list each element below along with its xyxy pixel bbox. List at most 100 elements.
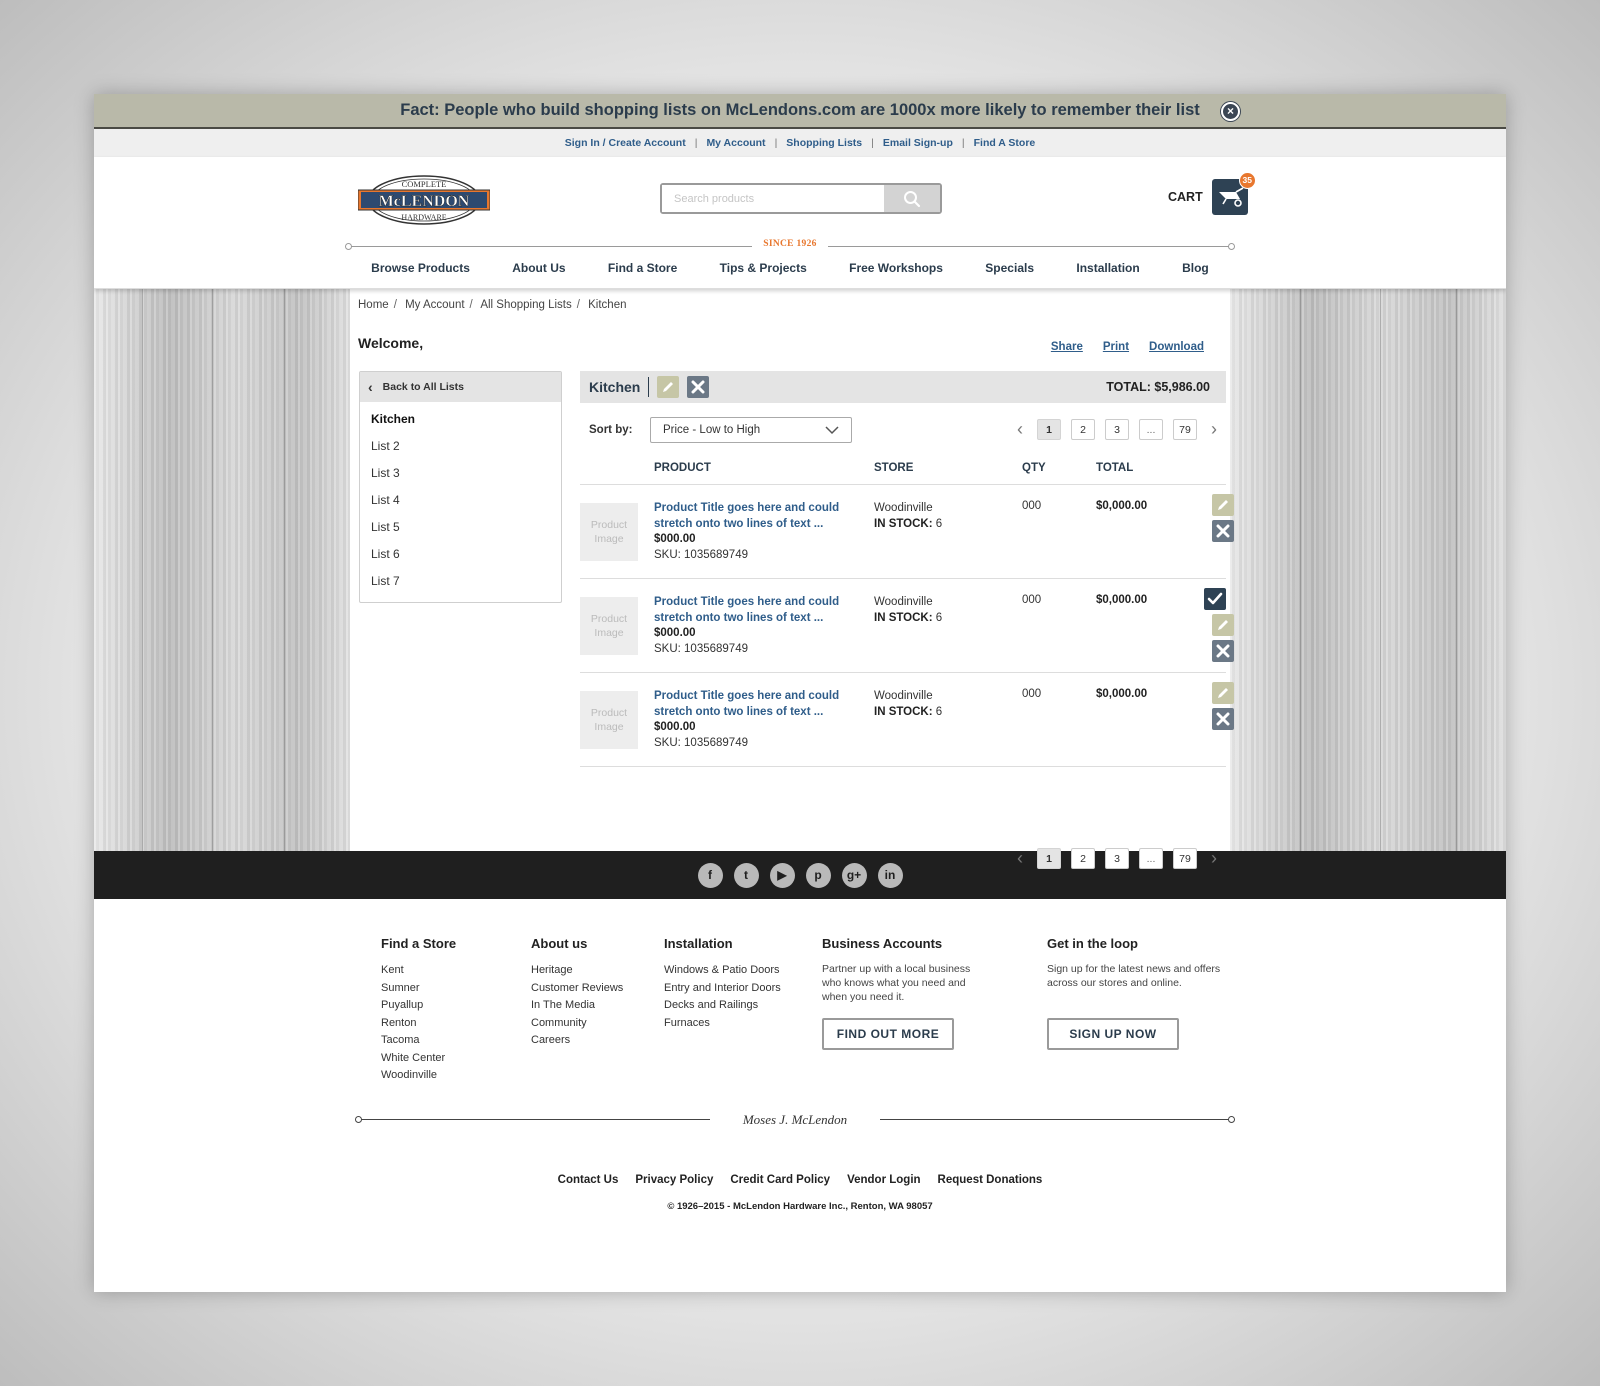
sidebar-item-list-3[interactable]: List 3	[360, 462, 561, 489]
product-image-placeholder[interactable]: Product Image	[580, 597, 638, 655]
footer-link-careers[interactable]: Careers	[531, 1032, 623, 1050]
sidebar-item-list-7[interactable]: List 7	[360, 570, 561, 597]
edit-item-button[interactable]	[1212, 494, 1234, 516]
twitter-icon[interactable]: t	[733, 862, 759, 888]
find-out-more-button[interactable]: FIND OUT MORE	[822, 1018, 954, 1050]
product-title-link[interactable]: Product Title goes here and could stretc…	[654, 500, 844, 532]
page-ellipsis[interactable]: ...	[1139, 848, 1163, 869]
footer-link-entry-interior-doors[interactable]: Entry and Interior Doors	[664, 980, 781, 998]
linkedin-icon[interactable]: in	[877, 862, 903, 888]
breadcrumb-home[interactable]: Home	[358, 299, 389, 311]
chevron-left-icon[interactable]: ‹	[1008, 848, 1032, 869]
list-header: Kitchen TOTAL: $5,986.00	[580, 371, 1226, 403]
footer-link-decks-railings[interactable]: Decks and Railings	[664, 997, 781, 1015]
facebook-icon[interactable]: f	[697, 862, 723, 888]
shopping-lists-link[interactable]: Shopping Lists	[786, 137, 862, 149]
sign-up-now-button[interactable]: SIGN UP NOW	[1047, 1018, 1179, 1050]
business-text: Partner up with a local business who kno…	[822, 963, 971, 1003]
footer-link-heritage[interactable]: Heritage	[531, 962, 623, 980]
chevron-right-icon[interactable]: ›	[1202, 419, 1226, 440]
nav-browse-products[interactable]: Browse Products	[371, 261, 470, 275]
chevron-right-icon[interactable]: ›	[1202, 848, 1226, 869]
privacy-policy-link[interactable]: Privacy Policy	[635, 1174, 713, 1186]
back-to-all-lists-button[interactable]: ‹ Back to All Lists	[360, 372, 561, 402]
google-plus-icon[interactable]: g+	[841, 862, 867, 888]
sidebar-item-list-5[interactable]: List 5	[360, 516, 561, 543]
page-1[interactable]: 1	[1037, 419, 1061, 440]
close-circle-icon[interactable]: ×	[1221, 102, 1240, 121]
credit-card-policy-link[interactable]: Credit Card Policy	[730, 1174, 830, 1186]
page-ellipsis[interactable]: ...	[1139, 419, 1163, 440]
edit-item-button[interactable]	[1212, 614, 1234, 636]
breadcrumb-all-lists[interactable]: All Shopping Lists	[480, 299, 571, 311]
breadcrumb-my-account[interactable]: My Account	[405, 299, 464, 311]
footer-link-woodinville[interactable]: Woodinville	[381, 1067, 456, 1085]
sidebar-item-kitchen[interactable]: Kitchen	[360, 408, 561, 435]
row-actions	[1204, 494, 1234, 542]
footer-link-community[interactable]: Community	[531, 1015, 623, 1033]
nav-tips-projects[interactable]: Tips & Projects	[720, 261, 807, 275]
wood-background-left	[94, 289, 350, 851]
page-2[interactable]: 2	[1071, 848, 1095, 869]
print-link[interactable]: Print	[1103, 341, 1129, 353]
product-image-placeholder[interactable]: Product Image	[580, 503, 638, 561]
email-signup-link[interactable]: Email Sign-up	[883, 137, 953, 149]
share-link[interactable]: Share	[1051, 341, 1083, 353]
product-image-placeholder[interactable]: Product Image	[580, 691, 638, 749]
page-3[interactable]: 3	[1105, 419, 1129, 440]
nav-installation[interactable]: Installation	[1076, 261, 1139, 275]
search-button[interactable]	[884, 185, 940, 212]
page-79[interactable]: 79	[1173, 848, 1197, 869]
product-title-link[interactable]: Product Title goes here and could stretc…	[654, 594, 844, 626]
column-product: PRODUCT	[654, 462, 711, 474]
download-link[interactable]: Download	[1149, 341, 1204, 353]
remove-item-button[interactable]	[1212, 708, 1234, 730]
page-3[interactable]: 3	[1105, 848, 1129, 869]
footer-link-renton[interactable]: Renton	[381, 1015, 456, 1033]
sidebar-item-list-4[interactable]: List 4	[360, 489, 561, 516]
footer-link-furnaces[interactable]: Furnaces	[664, 1015, 781, 1033]
page-1[interactable]: 1	[1037, 848, 1061, 869]
sort-select[interactable]: Price - Low to High	[650, 417, 852, 443]
utility-nav: Sign In / Create Account | My Account | …	[94, 129, 1506, 157]
footer-link-sumner[interactable]: Sumner	[381, 980, 456, 998]
page-79[interactable]: 79	[1173, 419, 1197, 440]
store-name: Woodinville	[874, 596, 933, 608]
delete-list-button[interactable]	[687, 376, 710, 398]
remove-item-button[interactable]	[1212, 520, 1234, 542]
find-a-store-link[interactable]: Find A Store	[974, 137, 1036, 149]
nav-free-workshops[interactable]: Free Workshops	[849, 261, 943, 275]
youtube-icon[interactable]: ▶	[769, 862, 795, 888]
sidebar-item-list-2[interactable]: List 2	[360, 435, 561, 462]
table-header: PRODUCT STORE QTY TOTAL	[580, 459, 1226, 485]
mclendon-logo[interactable]: COMPLETE McLENDON HARDWARE	[358, 174, 490, 226]
footer-link-puyallup[interactable]: Puyallup	[381, 997, 456, 1015]
footer-link-customer-reviews[interactable]: Customer Reviews	[531, 980, 623, 998]
footer-link-kent[interactable]: Kent	[381, 962, 456, 980]
remove-item-button[interactable]	[1212, 640, 1234, 662]
in-cart-button[interactable]	[1204, 588, 1226, 610]
nav-specials[interactable]: Specials	[985, 261, 1034, 275]
search-input[interactable]	[662, 185, 884, 212]
nav-find-a-store[interactable]: Find a Store	[608, 261, 677, 275]
pinterest-icon[interactable]: p	[805, 862, 831, 888]
contact-us-link[interactable]: Contact Us	[558, 1174, 619, 1186]
nav-about-us[interactable]: About Us	[512, 261, 565, 275]
request-donations-link[interactable]: Request Donations	[938, 1174, 1043, 1186]
edit-list-button[interactable]	[657, 376, 680, 398]
footer-link-tacoma[interactable]: Tacoma	[381, 1032, 456, 1050]
my-account-link[interactable]: My Account	[706, 137, 765, 149]
footer-link-windows-patio-doors[interactable]: Windows & Patio Doors	[664, 962, 781, 980]
footer-link-white-center[interactable]: White Center	[381, 1050, 456, 1068]
cart-button[interactable]: CART 35	[1168, 172, 1256, 215]
stock-info: IN STOCK: 6	[874, 610, 942, 626]
page-2[interactable]: 2	[1071, 419, 1095, 440]
chevron-left-icon[interactable]: ‹	[1008, 419, 1032, 440]
nav-blog[interactable]: Blog	[1182, 261, 1209, 275]
edit-item-button[interactable]	[1212, 682, 1234, 704]
vendor-login-link[interactable]: Vendor Login	[847, 1174, 920, 1186]
sidebar-item-list-6[interactable]: List 6	[360, 543, 561, 570]
product-title-link[interactable]: Product Title goes here and could stretc…	[654, 688, 844, 720]
footer-link-in-the-media[interactable]: In The Media	[531, 997, 623, 1015]
sign-in-link[interactable]: Sign In / Create Account	[565, 137, 686, 149]
